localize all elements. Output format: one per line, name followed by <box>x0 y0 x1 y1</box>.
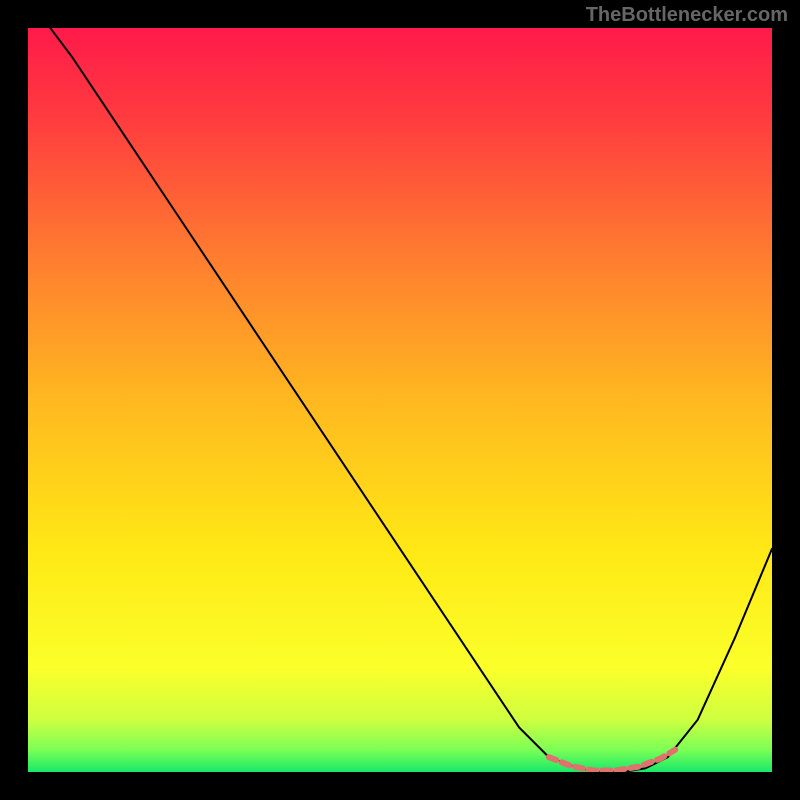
chart-plot-area <box>28 28 772 772</box>
chart-svg <box>28 28 772 772</box>
chart-background <box>28 28 772 772</box>
watermark-text: TheBottlenecker.com <box>586 4 788 27</box>
